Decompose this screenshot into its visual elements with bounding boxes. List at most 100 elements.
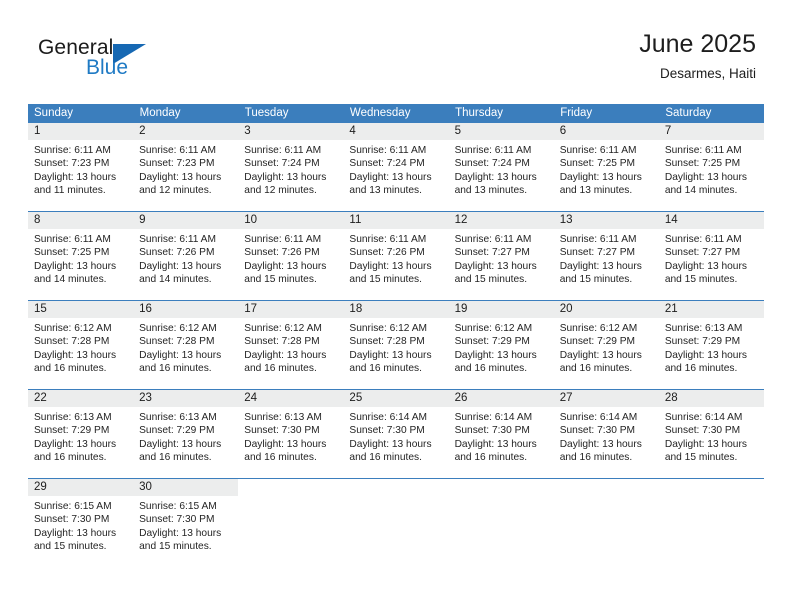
day-cell-inner: 17 Sunrise: 6:12 AM Sunset: 7:28 PM Dayligh… bbox=[238, 301, 344, 389]
daylight-text: Daylight: 13 hours and 14 minutes. bbox=[139, 260, 222, 286]
sunrise-text: Sunrise: 6:12 AM bbox=[559, 323, 638, 334]
day-cell[interactable]: 24 Sunrise: 6:13 AM Sunset: 7:30 PM Dayligh… bbox=[238, 389, 344, 479]
day-cell[interactable]: 18 Sunrise: 6:12 AM Sunset: 7:28 PM Dayligh… bbox=[343, 300, 449, 390]
day-details: Sunrise: 6:13 AM Sunset: 7:29 PM Daylight:… bbox=[28, 407, 133, 465]
day-cell[interactable]: 30 Sunrise: 6:15 AM Sunset: 7:30 PM Dayligh… bbox=[133, 478, 239, 567]
sunset-text: Sunset: 7:26 PM bbox=[244, 247, 320, 259]
day-header-tuesday: Tuesday bbox=[238, 104, 344, 123]
day-cell-inner: 25 Sunrise: 6:14 AM Sunset: 7:30 PM Dayligh… bbox=[343, 390, 449, 478]
daylight-text: Daylight: 13 hours and 16 minutes. bbox=[664, 349, 747, 375]
day-header-friday: Friday bbox=[553, 104, 660, 123]
day-cell-empty bbox=[658, 478, 764, 567]
day-cell[interactable]: 3 Sunrise: 6:11 AM Sunset: 7:24 PM Daylight… bbox=[238, 123, 344, 212]
day-cell-inner: 22 Sunrise: 6:13 AM Sunset: 7:29 PM Dayligh… bbox=[28, 390, 134, 478]
general-blue-logo: General Blue bbox=[38, 36, 238, 92]
day-cell[interactable]: 25 Sunrise: 6:14 AM Sunset: 7:30 PM Dayligh… bbox=[343, 389, 449, 479]
daylight-text: Daylight: 13 hours and 16 minutes. bbox=[244, 438, 327, 464]
day-cell[interactable]: 9 Sunrise: 6:11 AM Sunset: 7:26 PM Daylight… bbox=[133, 211, 239, 301]
day-cell-inner: 5 Sunrise: 6:11 AM Sunset: 7:24 PM Daylight… bbox=[448, 123, 554, 211]
day-cell[interactable]: 11 Sunrise: 6:11 AM Sunset: 7:26 PM Dayligh… bbox=[343, 211, 449, 301]
sunset-text: Sunset: 7:30 PM bbox=[664, 425, 741, 437]
day-cell[interactable]: 22 Sunrise: 6:13 AM Sunset: 7:29 PM Dayligh… bbox=[28, 389, 134, 479]
day-number: 14 bbox=[658, 212, 764, 229]
day-number: 18 bbox=[343, 301, 449, 318]
daylight-text: Daylight: 13 hours and 15 minutes. bbox=[34, 527, 117, 553]
day-details: Sunrise: 6:14 AM Sunset: 7:30 PM Daylight:… bbox=[449, 407, 554, 465]
day-cell-inner: 15 Sunrise: 6:12 AM Sunset: 7:28 PM Dayligh… bbox=[28, 301, 134, 389]
day-cell[interactable]: 26 Sunrise: 6:14 AM Sunset: 7:30 PM Dayligh… bbox=[448, 389, 554, 479]
day-cell[interactable]: 27 Sunrise: 6:14 AM Sunset: 7:30 PM Dayligh… bbox=[553, 389, 659, 479]
day-details: Sunrise: 6:13 AM Sunset: 7:29 PM Daylight:… bbox=[659, 318, 764, 376]
calendar-week-row: 22 Sunrise: 6:13 AM Sunset: 7:29 PM Dayligh… bbox=[28, 389, 764, 479]
day-cell[interactable]: 21 Sunrise: 6:13 AM Sunset: 7:29 PM Dayligh… bbox=[658, 300, 764, 390]
daylight-text: Daylight: 13 hours and 13 minutes. bbox=[559, 171, 642, 197]
day-cell[interactable]: 29 Sunrise: 6:15 AM Sunset: 7:30 PM Dayligh… bbox=[28, 478, 134, 567]
day-header-wednesday: Wednesday bbox=[343, 104, 450, 123]
day-cell[interactable]: 1 Sunrise: 6:11 AM Sunset: 7:23 PM Daylight… bbox=[28, 123, 134, 212]
daylight-text: Daylight: 13 hours and 11 minutes. bbox=[34, 171, 117, 197]
day-cell-inner: 12 Sunrise: 6:11 AM Sunset: 7:27 PM Dayligh… bbox=[448, 212, 554, 300]
daylight-text: Daylight: 13 hours and 14 minutes. bbox=[34, 260, 117, 286]
page-title: June 2025 bbox=[639, 30, 756, 58]
calendar-week-row: 8 Sunrise: 6:11 AM Sunset: 7:25 PM Daylight… bbox=[28, 211, 764, 301]
sunset-text: Sunset: 7:23 PM bbox=[34, 158, 110, 170]
daylight-text: Daylight: 13 hours and 16 minutes. bbox=[34, 438, 117, 464]
sunrise-text: Sunrise: 6:13 AM bbox=[664, 323, 743, 334]
day-cell[interactable]: 6 Sunrise: 6:11 AM Sunset: 7:25 PM Daylight… bbox=[553, 123, 659, 212]
day-cell[interactable]: 5 Sunrise: 6:11 AM Sunset: 7:24 PM Daylight… bbox=[448, 123, 554, 212]
day-cell[interactable]: 8 Sunrise: 6:11 AM Sunset: 7:25 PM Daylight… bbox=[28, 211, 134, 301]
sunset-text: Sunset: 7:24 PM bbox=[244, 158, 320, 170]
day-cell-empty bbox=[343, 478, 449, 567]
daylight-text: Daylight: 13 hours and 16 minutes. bbox=[559, 349, 642, 375]
sunset-text: Sunset: 7:28 PM bbox=[244, 336, 320, 348]
day-details: Sunrise: 6:11 AM Sunset: 7:25 PM Daylight:… bbox=[28, 229, 133, 287]
day-cell-inner: 23 Sunrise: 6:13 AM Sunset: 7:29 PM Dayligh… bbox=[133, 390, 239, 478]
day-cell[interactable]: 14 Sunrise: 6:11 AM Sunset: 7:27 PM Dayligh… bbox=[658, 211, 764, 301]
sunset-text: Sunset: 7:30 PM bbox=[244, 425, 320, 437]
day-number: 10 bbox=[238, 212, 344, 229]
day-details: Sunrise: 6:12 AM Sunset: 7:28 PM Daylight:… bbox=[238, 318, 343, 376]
calendar-table: Sunday Monday Tuesday Wednesday Thursday Frid… bbox=[28, 104, 764, 567]
day-number: 17 bbox=[238, 301, 344, 318]
day-cell[interactable]: 12 Sunrise: 6:11 AM Sunset: 7:27 PM Dayligh… bbox=[448, 211, 554, 301]
day-cell-inner: 11 Sunrise: 6:11 AM Sunset: 7:26 PM Dayligh… bbox=[343, 212, 449, 300]
title-block: June 2025 Desarmes, Haiti bbox=[639, 28, 756, 84]
day-number: 21 bbox=[658, 301, 764, 318]
day-cell[interactable]: 19 Sunrise: 6:12 AM Sunset: 7:29 PM Dayligh… bbox=[448, 300, 554, 390]
day-cell[interactable]: 15 Sunrise: 6:12 AM Sunset: 7:28 PM Dayligh… bbox=[28, 300, 134, 390]
daylight-text: Daylight: 13 hours and 15 minutes. bbox=[664, 260, 747, 286]
day-cell[interactable]: 16 Sunrise: 6:12 AM Sunset: 7:28 PM Dayligh… bbox=[133, 300, 239, 390]
day-cell[interactable]: 23 Sunrise: 6:13 AM Sunset: 7:29 PM Dayligh… bbox=[133, 389, 239, 479]
daylight-text: Daylight: 13 hours and 12 minutes. bbox=[244, 171, 327, 197]
daylight-text: Daylight: 13 hours and 14 minutes. bbox=[664, 171, 747, 197]
day-cell-inner: 1 Sunrise: 6:11 AM Sunset: 7:23 PM Daylight… bbox=[28, 123, 134, 211]
day-cell-inner: 4 Sunrise: 6:11 AM Sunset: 7:24 PM Daylight… bbox=[343, 123, 449, 211]
day-number: 26 bbox=[448, 390, 554, 407]
sunset-text: Sunset: 7:25 PM bbox=[664, 158, 741, 170]
sunset-text: Sunset: 7:29 PM bbox=[454, 336, 530, 348]
day-number bbox=[449, 479, 554, 496]
daylight-text: Daylight: 13 hours and 12 minutes. bbox=[139, 171, 222, 197]
day-cell[interactable]: 28 Sunrise: 6:14 AM Sunset: 7:30 PM Dayligh… bbox=[658, 389, 764, 479]
day-cell-inner: 18 Sunrise: 6:12 AM Sunset: 7:28 PM Dayligh… bbox=[343, 301, 449, 389]
day-cell-inner: 27 Sunrise: 6:14 AM Sunset: 7:30 PM Dayligh… bbox=[553, 390, 659, 478]
daylight-text: Daylight: 13 hours and 15 minutes. bbox=[349, 260, 432, 286]
day-header-saturday: Saturday bbox=[658, 104, 764, 123]
day-cell[interactable]: 7 Sunrise: 6:11 AM Sunset: 7:25 PM Daylight… bbox=[658, 123, 764, 212]
day-cell-inner: 13 Sunrise: 6:11 AM Sunset: 7:27 PM Dayligh… bbox=[553, 212, 659, 300]
day-cell-inner: 6 Sunrise: 6:11 AM Sunset: 7:25 PM Daylight… bbox=[553, 123, 659, 211]
day-cell[interactable]: 10 Sunrise: 6:11 AM Sunset: 7:26 PM Dayligh… bbox=[238, 211, 344, 301]
day-cell[interactable]: 13 Sunrise: 6:11 AM Sunset: 7:27 PM Dayligh… bbox=[553, 211, 659, 301]
day-cell[interactable]: 20 Sunrise: 6:12 AM Sunset: 7:29 PM Dayligh… bbox=[553, 300, 659, 390]
daylight-text: Daylight: 13 hours and 16 minutes. bbox=[139, 349, 222, 375]
day-details: Sunrise: 6:15 AM Sunset: 7:30 PM Daylight:… bbox=[28, 496, 133, 554]
calendar-week-row: 29 Sunrise: 6:15 AM Sunset: 7:30 PM Dayligh… bbox=[28, 478, 764, 567]
sunrise-text: Sunrise: 6:11 AM bbox=[559, 234, 637, 245]
sunrise-text: Sunrise: 6:13 AM bbox=[244, 412, 322, 423]
day-cell[interactable]: 4 Sunrise: 6:11 AM Sunset: 7:24 PM Daylight… bbox=[343, 123, 449, 212]
sunrise-text: Sunrise: 6:15 AM bbox=[34, 501, 112, 512]
day-cell-inner: 19 Sunrise: 6:12 AM Sunset: 7:29 PM Dayligh… bbox=[448, 301, 554, 389]
sunset-text: Sunset: 7:24 PM bbox=[454, 158, 530, 170]
day-cell[interactable]: 2 Sunrise: 6:11 AM Sunset: 7:23 PM Daylight… bbox=[133, 123, 239, 212]
day-cell[interactable]: 17 Sunrise: 6:12 AM Sunset: 7:28 PM Dayligh… bbox=[238, 300, 344, 390]
